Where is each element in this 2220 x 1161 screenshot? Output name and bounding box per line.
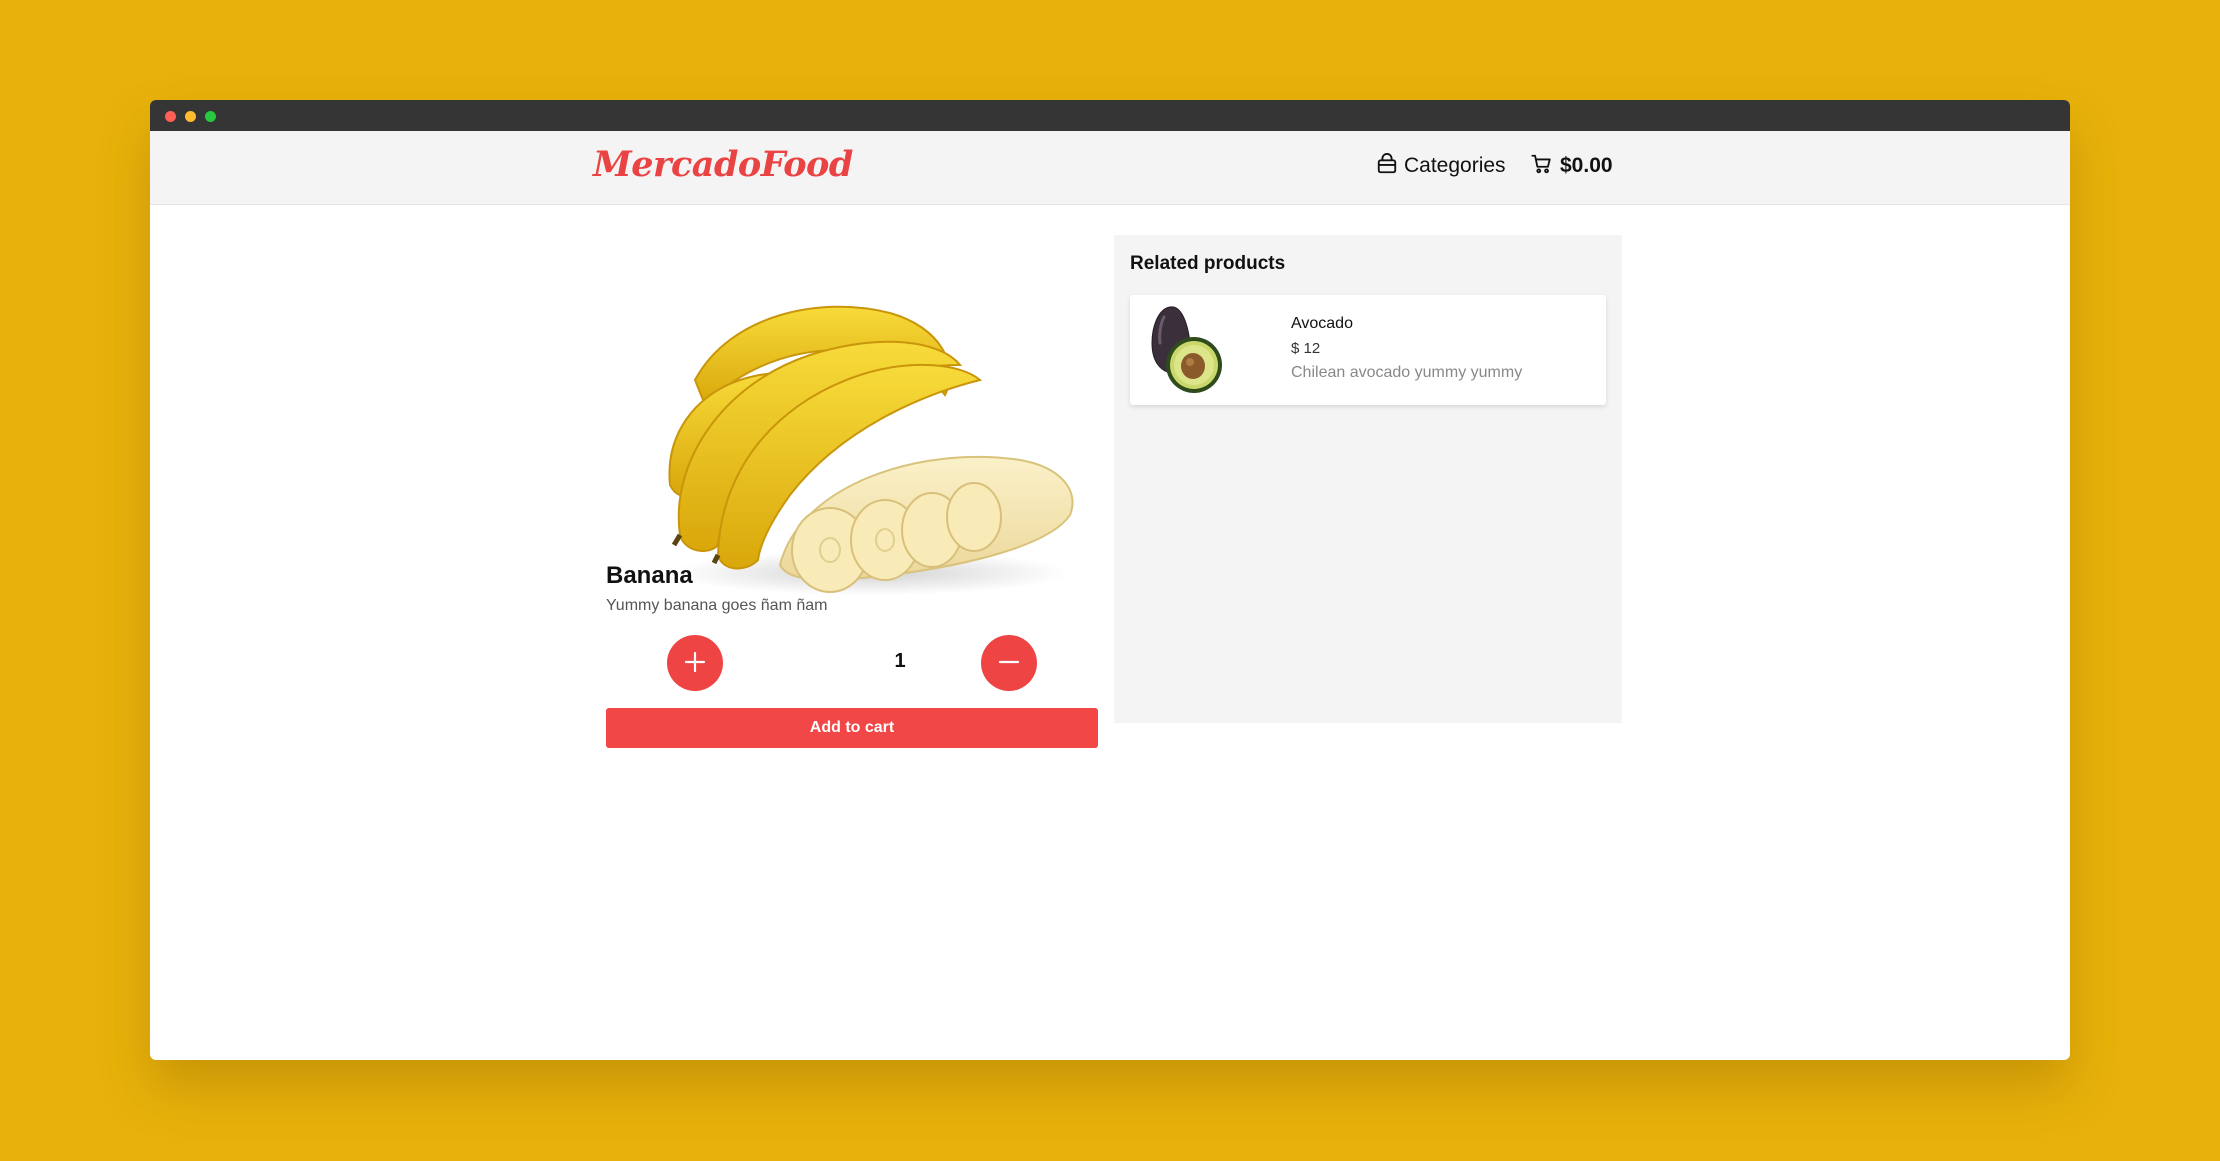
avocado-image	[1144, 303, 1224, 397]
cart-total: $0.00	[1560, 154, 1613, 177]
product-name: Banana	[606, 562, 693, 589]
window-titlebar	[150, 100, 2070, 131]
related-product-card[interactable]: Avocado $ 12 Chilean avocado yummy yummy	[1130, 295, 1606, 405]
nav-categories-label: Categories	[1404, 154, 1506, 177]
product-description: Yummy banana goes ñam ñam	[606, 597, 828, 614]
browser-window: MercadoFood Categories $0.00 Banana Yumm…	[150, 100, 2070, 1060]
banana-image	[640, 255, 1120, 615]
decrease-quantity-button[interactable]	[981, 635, 1037, 691]
related-products-panel: Related products Avocado $ 12 Chilean av…	[1114, 235, 1622, 723]
cart-icon	[1530, 153, 1553, 179]
brand-logo[interactable]: MercadoFood	[593, 144, 853, 185]
related-products-title: Related products	[1130, 253, 1286, 274]
nav-cart-link[interactable]: $0.00	[1530, 153, 1613, 179]
plus-icon	[684, 651, 706, 676]
related-product-name: Avocado	[1291, 315, 1353, 332]
nav-categories-link[interactable]: Categories	[1376, 153, 1506, 179]
add-to-cart-button[interactable]: Add to cart	[606, 708, 1098, 748]
increase-quantity-button[interactable]	[667, 635, 723, 691]
related-product-price: $ 12	[1291, 340, 1321, 357]
minimize-window-dot[interactable]	[185, 111, 196, 122]
top-navbar: MercadoFood Categories $0.00	[150, 131, 2070, 205]
maximize-window-dot[interactable]	[205, 111, 216, 122]
related-product-description: Chilean avocado yummy yummy	[1291, 364, 1523, 381]
shopping-bag-icon	[1376, 153, 1398, 179]
quantity-value: 1	[894, 650, 906, 672]
minus-icon	[998, 651, 1020, 676]
close-window-dot[interactable]	[165, 111, 176, 122]
